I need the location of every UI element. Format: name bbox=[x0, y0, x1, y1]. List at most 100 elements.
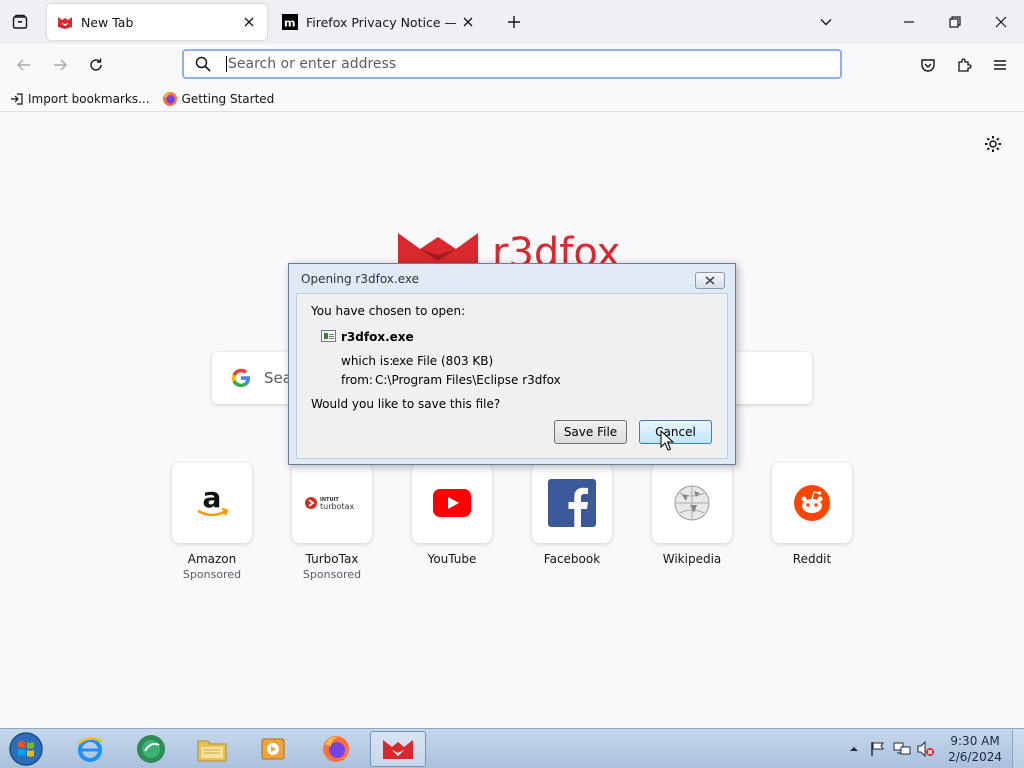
back-button[interactable] bbox=[10, 51, 38, 79]
network-icon[interactable] bbox=[893, 740, 911, 758]
taskbar-internet-explorer[interactable] bbox=[62, 731, 118, 767]
bookmark-getting-started[interactable]: Getting Started bbox=[162, 88, 274, 110]
extensions-button[interactable] bbox=[950, 51, 978, 79]
speaker-muted-icon bbox=[917, 741, 935, 757]
tile-logo bbox=[772, 463, 852, 543]
import-icon bbox=[11, 92, 23, 105]
restore-button[interactable] bbox=[932, 0, 978, 44]
media-player-icon bbox=[261, 738, 285, 760]
svg-text:m: m bbox=[284, 17, 295, 30]
top-site-turbotax[interactable]: INTUIT turbotax TurboTax Sponsored bbox=[292, 463, 372, 581]
amazon-icon: a bbox=[197, 483, 229, 517]
personalize-button[interactable] bbox=[982, 133, 1004, 155]
reload-button[interactable] bbox=[82, 51, 110, 79]
from-value: C:\Program Files\Eclipse r3dfox bbox=[375, 373, 561, 387]
forward-button[interactable] bbox=[46, 51, 74, 79]
firefox-icon bbox=[323, 736, 349, 762]
show-desktop-button[interactable] bbox=[1012, 730, 1024, 768]
address-input[interactable] bbox=[228, 56, 840, 72]
tab-close-button[interactable] bbox=[241, 14, 257, 30]
top-site-reddit[interactable]: Reddit bbox=[772, 463, 852, 566]
start-button[interactable] bbox=[6, 731, 46, 767]
tile-label: Wikipedia bbox=[662, 552, 722, 566]
clock[interactable]: 9:30 AM 2/6/2024 bbox=[948, 733, 1002, 765]
tile-label: TurboTax bbox=[305, 552, 359, 566]
chevron-up-icon bbox=[850, 747, 859, 751]
tile-logo: INTUIT turbotax bbox=[292, 463, 372, 543]
firefox-view-button[interactable] bbox=[6, 8, 34, 36]
bookmark-import[interactable]: Import bookmarks... bbox=[10, 88, 150, 110]
pocket-button[interactable] bbox=[914, 51, 942, 79]
action-center-icon[interactable] bbox=[869, 740, 887, 758]
which-is-value: exe File (803 KB) bbox=[392, 354, 494, 368]
top-site-wikipedia[interactable]: Wikipedia bbox=[652, 463, 732, 566]
tile-label: Reddit bbox=[792, 552, 832, 566]
app-menu-button[interactable] bbox=[986, 51, 1014, 79]
mozilla-icon: m bbox=[282, 14, 298, 30]
svg-text:a: a bbox=[203, 483, 222, 514]
minimize-button[interactable] bbox=[886, 0, 932, 44]
tile-sponsored-label: Sponsored bbox=[182, 568, 242, 581]
tab-title: New Tab bbox=[81, 14, 134, 30]
firefox-icon bbox=[162, 91, 177, 106]
save-file-button[interactable]: Save File bbox=[554, 420, 627, 444]
show-hidden-icons-button[interactable] bbox=[845, 740, 863, 758]
tile-logo bbox=[532, 463, 612, 543]
restore-icon bbox=[949, 16, 961, 28]
tile-label: Amazon bbox=[187, 552, 237, 566]
chevron-down-icon bbox=[820, 19, 832, 26]
mouse-cursor-icon bbox=[660, 430, 675, 451]
r3dfox-icon bbox=[58, 17, 72, 29]
taskbar-media-center[interactable] bbox=[123, 731, 179, 767]
tile-logo: a bbox=[172, 463, 252, 543]
arrow-right-icon bbox=[54, 59, 67, 71]
search-icon bbox=[194, 55, 212, 73]
tab-new-tab[interactable]: New Tab bbox=[47, 4, 267, 40]
firefox-view-icon bbox=[12, 14, 28, 29]
tab-strip: New Tab m Firefox Privacy Notice — Mozil… bbox=[0, 0, 1024, 44]
which-is-label: which is: bbox=[341, 354, 394, 368]
top-site-facebook[interactable]: Facebook bbox=[532, 463, 612, 566]
file-explorer-icon bbox=[197, 740, 227, 762]
tab-close-button[interactable] bbox=[460, 14, 476, 30]
tile-label: Facebook bbox=[543, 552, 601, 566]
hamburger-menu-icon bbox=[994, 60, 1006, 70]
tile-sponsored-label: Sponsored bbox=[302, 568, 362, 581]
navigation-toolbar bbox=[0, 44, 1024, 86]
new-tab-button[interactable] bbox=[504, 12, 524, 32]
flag-icon bbox=[871, 742, 885, 756]
tab-title: Firefox Privacy Notice — Mozilla bbox=[306, 14, 456, 30]
google-icon bbox=[231, 368, 250, 387]
dialog-titlebar[interactable]: Opening r3dfox.exe bbox=[289, 264, 735, 294]
tile-logo bbox=[412, 463, 492, 543]
top-site-youtube[interactable]: YouTube bbox=[412, 463, 492, 566]
address-bar[interactable] bbox=[182, 49, 842, 79]
turbotax-logo-bottom: turbotax bbox=[320, 502, 355, 511]
taskbar-file-explorer[interactable] bbox=[184, 731, 240, 767]
tile-logo bbox=[652, 463, 732, 543]
close-window-button[interactable] bbox=[978, 0, 1024, 44]
pocket-icon bbox=[921, 59, 935, 72]
tab-privacy-notice[interactable]: m Firefox Privacy Notice — Mozilla bbox=[272, 4, 486, 40]
close-icon bbox=[244, 17, 254, 27]
taskbar-firefox[interactable] bbox=[308, 731, 364, 767]
taskbar: 9:30 AM 2/6/2024 bbox=[0, 728, 1024, 768]
dialog-filename: r3dfox.exe bbox=[341, 330, 414, 344]
close-icon bbox=[995, 16, 1007, 28]
reddit-icon bbox=[794, 485, 830, 521]
media-center-icon bbox=[137, 735, 165, 763]
gear-icon bbox=[985, 136, 1001, 152]
volume-icon[interactable] bbox=[917, 740, 935, 758]
top-site-amazon[interactable]: a Amazon Sponsored bbox=[172, 463, 252, 581]
wikipedia-globe-icon bbox=[674, 485, 710, 521]
bookmark-label: Import bookmarks... bbox=[28, 91, 150, 106]
list-all-tabs-button[interactable] bbox=[816, 12, 836, 32]
taskbar-r3dfox[interactable] bbox=[370, 731, 426, 767]
dialog-close-button[interactable] bbox=[695, 272, 725, 289]
facebook-icon bbox=[548, 479, 596, 527]
taskbar-media-player[interactable] bbox=[245, 731, 301, 767]
close-icon bbox=[705, 276, 715, 285]
youtube-icon bbox=[433, 489, 471, 517]
from-label: from: bbox=[341, 373, 373, 387]
clock-date: 2/6/2024 bbox=[948, 750, 1002, 764]
